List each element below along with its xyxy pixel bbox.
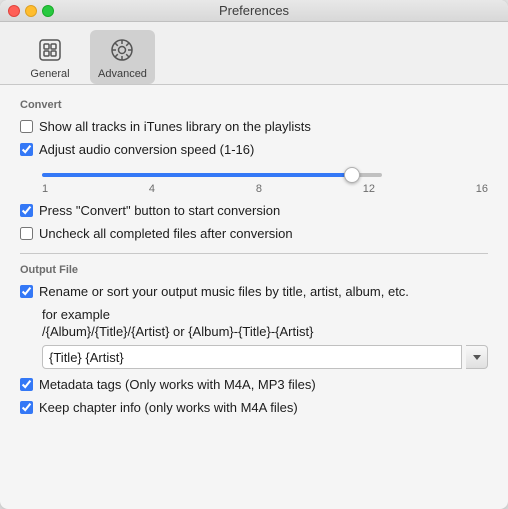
window-title: Preferences [219,3,289,18]
metadata-tags-label[interactable]: Metadata tags (Only works with M4A, MP3 … [39,377,316,392]
format-input-row [42,345,488,369]
toolbar-icons: General [0,30,175,84]
show-all-tracks-label[interactable]: Show all tracks in iTunes library on the… [39,119,311,134]
advanced-icon [106,34,138,66]
format-input[interactable] [42,345,462,369]
rename-sort-label[interactable]: Rename or sort your output music files b… [39,284,409,299]
tab-advanced[interactable]: Advanced [90,30,155,84]
press-convert-checkbox[interactable] [20,204,33,217]
slider-label-8: 8 [256,183,262,195]
adjust-audio-speed-checkbox[interactable] [20,143,33,156]
slider-label-1: 1 [42,183,48,195]
metadata-tags-checkbox[interactable] [20,378,33,391]
close-button[interactable] [8,5,20,17]
show-all-tracks-row: Show all tracks in iTunes library on the… [20,119,488,134]
speed-slider[interactable] [42,173,382,177]
rename-sort-row: Rename or sort your output music files b… [20,284,488,299]
slider-labels: 1 4 8 12 16 [42,183,488,195]
maximize-button[interactable] [42,5,54,17]
tab-advanced-label: Advanced [98,68,147,80]
press-convert-label[interactable]: Press "Convert" button to start conversi… [39,203,280,218]
keep-chapter-label[interactable]: Keep chapter info (only works with M4A f… [39,400,298,415]
toolbar: General [0,22,508,85]
format-example: /{Album}/{Title}/{Artist} or {Album}-{Ti… [42,324,488,339]
uncheck-completed-row: Uncheck all completed files after conver… [20,226,488,241]
general-icon [34,34,66,66]
uncheck-completed-label[interactable]: Uncheck all completed files after conver… [39,226,293,241]
adjust-audio-speed-label[interactable]: Adjust audio conversion speed (1-16) [39,142,254,157]
minimize-button[interactable] [25,5,37,17]
metadata-tags-row: Metadata tags (Only works with M4A, MP3 … [20,377,488,392]
press-convert-row: Press "Convert" button to start conversi… [20,203,488,218]
section-divider [20,253,488,254]
preferences-window: Preferences General [0,0,508,509]
show-all-tracks-checkbox[interactable] [20,120,33,133]
keep-chapter-checkbox[interactable] [20,401,33,414]
for-example-text: for example [42,307,110,322]
slider-label-4: 4 [149,183,155,195]
rename-sort-checkbox[interactable] [20,285,33,298]
chevron-down-icon [473,355,481,360]
tab-general-label: General [30,68,69,80]
format-dropdown-button[interactable] [466,345,488,369]
content-area: Convert Show all tracks in iTunes librar… [0,85,508,509]
slider-label-12: 12 [363,183,375,195]
for-example-label: for example [42,307,488,322]
title-bar: Preferences [0,0,508,22]
speed-slider-container: 1 4 8 12 16 [42,165,488,195]
adjust-audio-speed-row: Adjust audio conversion speed (1-16) [20,142,488,157]
output-section-title: Output File [20,264,488,276]
slider-track [42,165,382,180]
slider-label-16: 16 [476,183,488,195]
convert-section-title: Convert [20,99,488,111]
keep-chapter-row: Keep chapter info (only works with M4A f… [20,400,488,415]
tab-general[interactable]: General [20,30,80,84]
traffic-lights [8,5,54,17]
uncheck-completed-checkbox[interactable] [20,227,33,240]
